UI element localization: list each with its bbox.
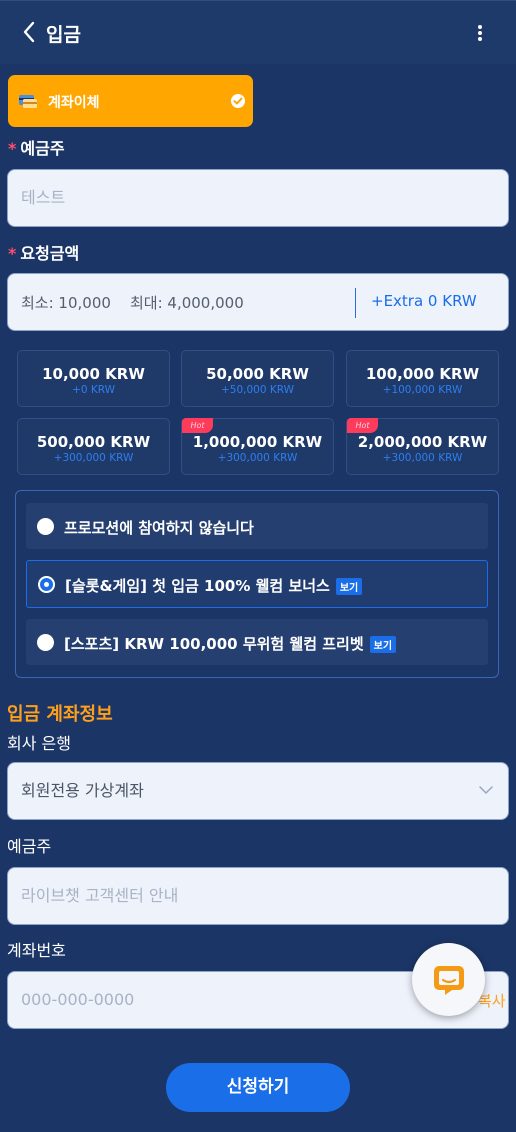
deposit-info-title: 입금 계좌정보 — [7, 704, 113, 725]
min-max-text: 최소: 10,000 최대: 4,000,000 — [21, 294, 244, 312]
chip-bonus: +0 KRW — [72, 384, 115, 396]
required-mark: * — [8, 244, 17, 263]
hot-badge: Hot — [347, 418, 378, 433]
promotion-option-none[interactable]: 프로모션에 참여하지 않습니다 — [26, 503, 488, 549]
amount-chip[interactable]: Hot 1,000,000 KRW +300,000 KRW — [181, 418, 334, 475]
radio-button[interactable] — [37, 518, 54, 535]
bank-label: 회사 은행 — [7, 734, 71, 753]
chip-bonus: +300,000 KRW — [382, 452, 463, 464]
promotion-label: [스포츠] KRW 100,000 무위험 웰컴 프리벳 보기 — [64, 633, 397, 654]
depositor-input[interactable]: 테스트 — [7, 169, 509, 227]
bank-select[interactable]: 회원전용 가상계좌 — [7, 762, 509, 820]
chip-amount: 10,000 KRW — [42, 365, 145, 383]
view-button[interactable]: 보기 — [335, 578, 363, 595]
promotion-label: [슬롯&게임] 첫 입금 100% 웰컴 보너스 보기 — [65, 575, 363, 596]
holder-input[interactable]: 라이브챗 고객센터 안내 — [7, 867, 509, 925]
submit-button[interactable]: 신청하기 — [166, 1063, 350, 1112]
chip-bonus: +300,000 KRW — [53, 452, 134, 464]
chip-amount: 1,000,000 KRW — [192, 433, 323, 451]
required-mark: * — [8, 139, 17, 158]
depositor-label: * 예금주 — [8, 139, 65, 158]
payment-method-bank-transfer[interactable]: 계좌이체 — [8, 75, 253, 127]
live-chat-button[interactable] — [412, 943, 485, 1016]
check-circle-icon — [231, 94, 245, 108]
radio-button[interactable] — [37, 634, 54, 651]
amount-chip[interactable]: Hot 2,000,000 KRW +300,000 KRW — [346, 418, 499, 475]
view-button[interactable]: 보기 — [369, 636, 397, 653]
chip-amount: 100,000 KRW — [365, 365, 480, 383]
chip-bonus: +100,000 KRW — [382, 384, 463, 396]
amount-chip[interactable]: 50,000 KRW +50,000 KRW — [181, 350, 334, 407]
bank-card-icon — [19, 95, 37, 108]
page-title: 입금 — [46, 24, 81, 46]
holder-label: 예금주 — [7, 837, 52, 856]
amount-chip[interactable]: 100,000 KRW +100,000 KRW — [346, 350, 499, 407]
chip-bonus: +300,000 KRW — [217, 452, 298, 464]
promotion-option-sports-freebet[interactable]: [스포츠] KRW 100,000 무위험 웰컴 프리벳 보기 — [26, 619, 488, 665]
divider — [355, 288, 356, 318]
chevron-left-icon — [23, 21, 35, 43]
back-button[interactable] — [22, 21, 42, 45]
account-number-label: 계좌번호 — [7, 941, 66, 960]
more-menu-button[interactable] — [470, 21, 490, 45]
chip-amount: 50,000 KRW — [206, 365, 309, 383]
hot-badge: Hot — [182, 418, 213, 433]
request-amount-label: * 요청금액 — [8, 244, 80, 263]
top-bar: 입금 — [0, 0, 516, 64]
promotion-option-slot-welcome[interactable]: [슬롯&게임] 첫 입금 100% 웰컴 보너스 보기 — [26, 560, 488, 608]
chat-bubble-icon — [434, 966, 464, 995]
payment-method-label: 계좌이체 — [48, 95, 100, 111]
radio-button-selected[interactable] — [38, 576, 55, 593]
promotion-label: 프로모션에 참여하지 않습니다 — [64, 519, 254, 537]
chip-bonus: +50,000 KRW — [220, 384, 294, 396]
amount-chip[interactable]: 500,000 KRW +300,000 KRW — [17, 418, 170, 475]
chip-amount: 2,000,000 KRW — [357, 433, 488, 451]
amount-chip[interactable]: 10,000 KRW +0 KRW — [17, 350, 170, 407]
amount-input[interactable]: 최소: 10,000 최대: 4,000,000 +Extra 0 KRW — [7, 273, 509, 331]
chip-amount: 500,000 KRW — [36, 433, 151, 451]
chevron-down-icon — [479, 786, 493, 794]
extra-bonus-text: +Extra 0 KRW — [371, 292, 477, 310]
more-vertical-icon — [478, 25, 482, 41]
